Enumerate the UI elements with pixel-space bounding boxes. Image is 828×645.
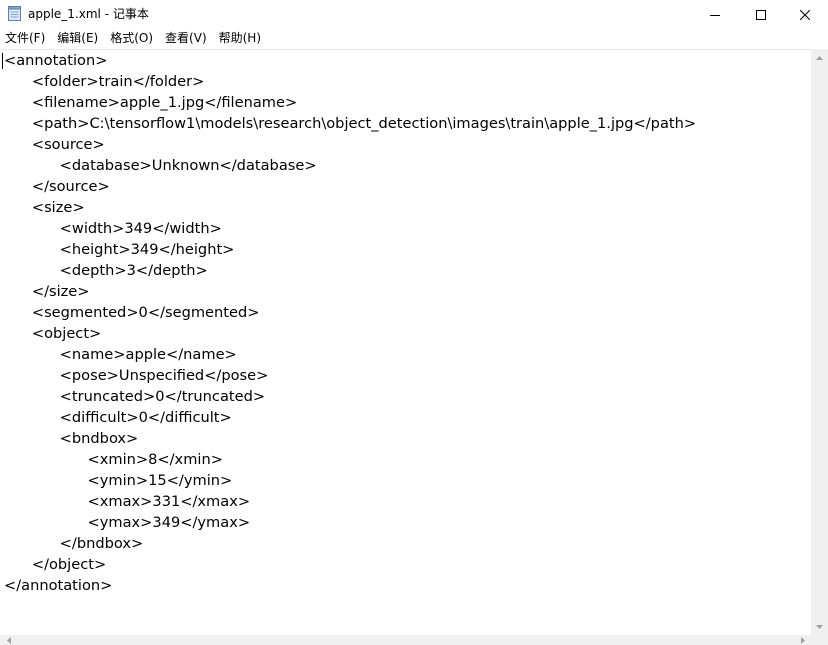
horizontal-scrollbar[interactable]: [0, 635, 811, 645]
scroll-right-arrow-icon[interactable]: [794, 635, 811, 645]
close-icon: [799, 5, 811, 24]
text-caret: [2, 53, 3, 69]
scrollbar-corner: [811, 635, 828, 645]
maximize-icon: [756, 5, 766, 24]
notepad-window: apple_1.xml - 记事本 文件(F) 编辑(E) 格式(O) 查看(V…: [0, 0, 828, 645]
minimize-button[interactable]: [692, 0, 738, 28]
window-title: apple_1.xml - 记事本: [28, 7, 149, 21]
text-editor[interactable]: <annotation> <folder>train</folder> <fil…: [0, 49, 811, 636]
vertical-scrollbar[interactable]: [811, 49, 828, 635]
minimize-icon: [710, 5, 720, 24]
close-button[interactable]: [782, 0, 828, 28]
editor-content[interactable]: <annotation> <folder>train</folder> <fil…: [4, 50, 696, 596]
notepad-icon[interactable]: [8, 6, 21, 21]
menu-view[interactable]: 查看(V): [160, 28, 214, 48]
menu-help[interactable]: 帮助(H): [214, 28, 268, 48]
title-bar[interactable]: apple_1.xml - 记事本: [0, 0, 828, 28]
maximize-button[interactable]: [738, 0, 784, 28]
menu-format[interactable]: 格式(O): [105, 28, 160, 48]
menu-bar: 文件(F) 编辑(E) 格式(O) 查看(V) 帮助(H): [0, 28, 828, 48]
menu-file[interactable]: 文件(F): [0, 28, 52, 48]
scroll-up-arrow-icon[interactable]: [811, 49, 828, 66]
scroll-down-arrow-icon[interactable]: [811, 618, 828, 635]
menu-edit[interactable]: 编辑(E): [52, 28, 105, 48]
scroll-left-arrow-icon[interactable]: [0, 635, 17, 645]
